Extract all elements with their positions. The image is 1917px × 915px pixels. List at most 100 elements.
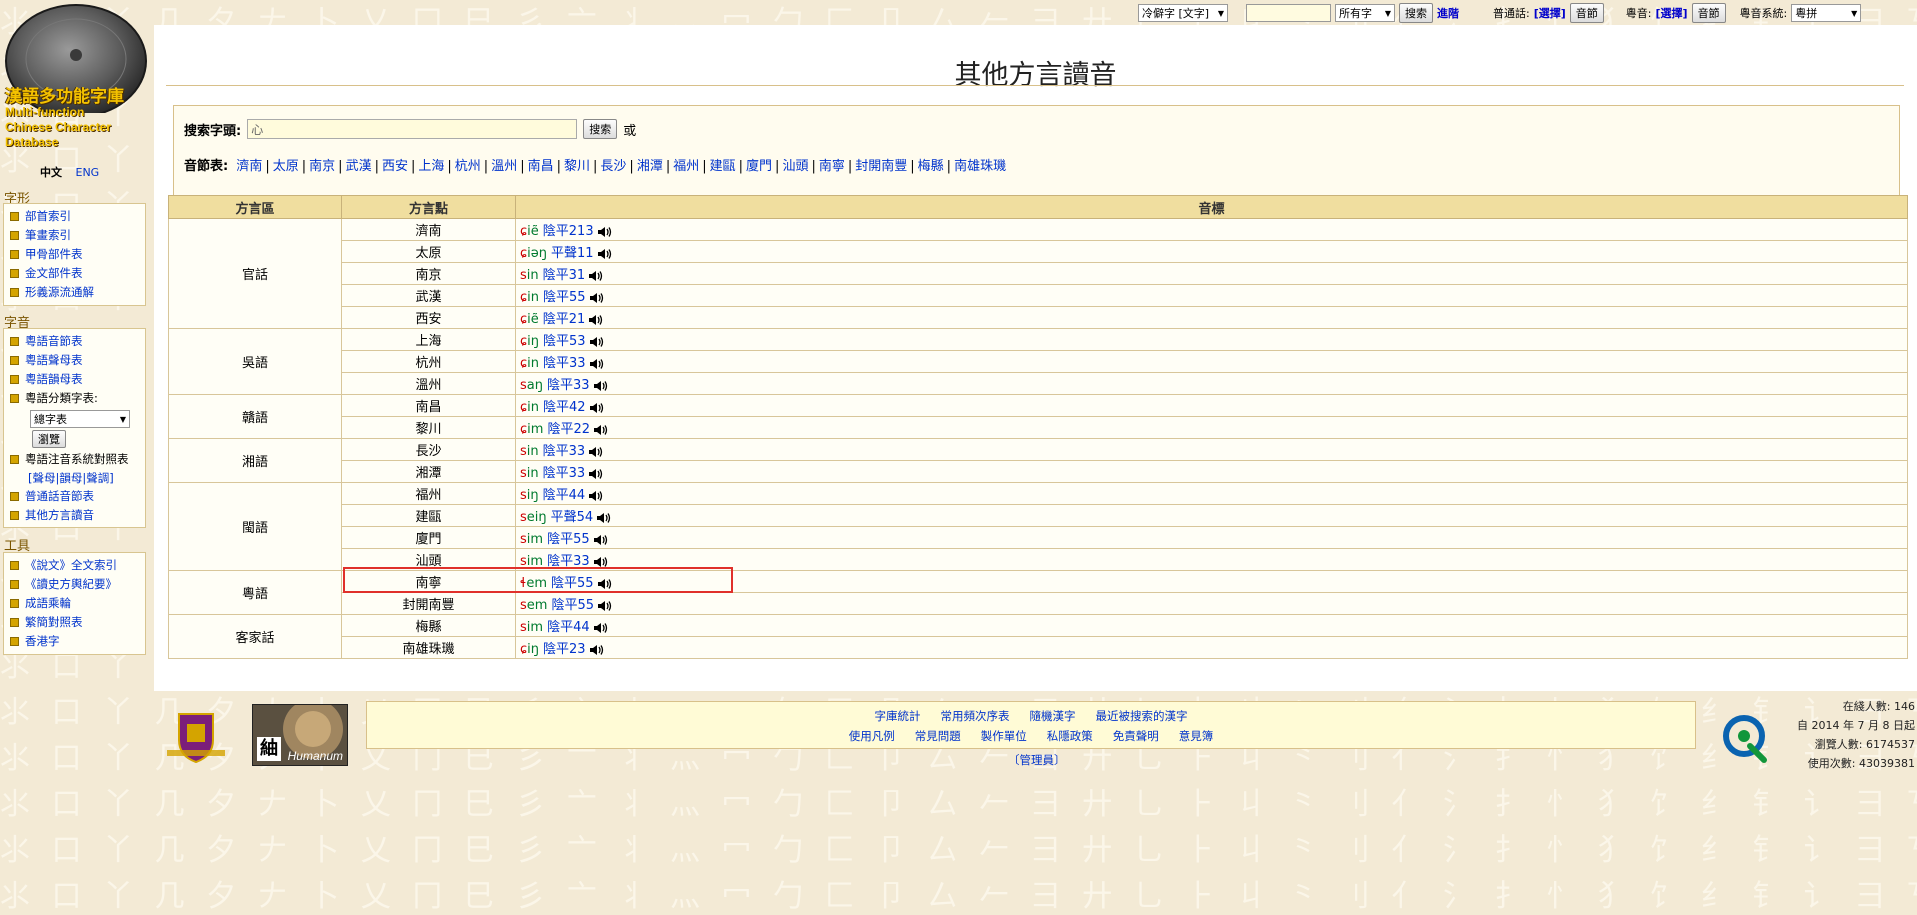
nav-link[interactable]: 粵語聲母表 <box>25 351 83 370</box>
footer-link[interactable]: 意見簿 <box>1179 729 1214 743</box>
speaker-icon[interactable] <box>597 248 613 260</box>
speaker-icon[interactable] <box>589 358 605 370</box>
syllable-link[interactable]: 長沙 <box>600 159 626 174</box>
footer-link[interactable]: 免責聲明 <box>1113 729 1159 743</box>
speaker-icon[interactable] <box>593 424 609 436</box>
cantonese-select-link[interactable]: [選擇] <box>1656 5 1688 21</box>
q-mark-logo[interactable] <box>1722 712 1770 764</box>
headword-search-input[interactable] <box>247 119 578 139</box>
tone-link[interactable]: 平聲11 <box>551 246 594 261</box>
nav-link[interactable]: 《說文》全文索引 <box>25 556 117 575</box>
tone-link[interactable]: 陰平55 <box>543 290 586 305</box>
syllable-link[interactable]: 西安 <box>382 159 408 174</box>
footer-link[interactable]: 常見問題 <box>915 729 961 743</box>
syllable-link[interactable]: 上海 <box>418 159 444 174</box>
syllable-link[interactable]: 黎川 <box>564 159 590 174</box>
mandarin-select-link[interactable]: [選擇] <box>1534 5 1566 21</box>
nav-link[interactable]: 香港字 <box>25 632 60 651</box>
syllable-link[interactable]: 汕頭 <box>782 159 808 174</box>
tone-link[interactable]: 陰平55 <box>547 532 590 547</box>
nav-item[interactable]: 金文部件表 <box>8 264 145 283</box>
nav-item[interactable]: 成語乘輪 <box>8 594 145 613</box>
classify-select[interactable]: 總字表 ▼ <box>30 410 130 428</box>
nav-item[interactable]: 粵語聲母表 <box>8 351 145 370</box>
speaker-icon[interactable] <box>589 336 605 348</box>
footer-link[interactable]: 私隱政策 <box>1047 729 1093 743</box>
tone-link[interactable]: 陰平31 <box>543 268 586 283</box>
admin-link[interactable]: 〔管理員〕 <box>1008 752 1066 768</box>
syllable-link[interactable]: 溫州 <box>491 159 517 174</box>
speaker-icon[interactable] <box>597 226 613 238</box>
nav-link[interactable]: 普通話音節表 <box>25 487 94 506</box>
nav-item[interactable]: 粵語音節表 <box>8 332 145 351</box>
syllable-link[interactable]: 福州 <box>673 159 699 174</box>
syllable-link[interactable]: 建甌 <box>710 159 736 174</box>
nav-link[interactable]: [聲母|韻母|聲調] <box>28 471 114 485</box>
cuhk-crest-logo[interactable] <box>165 710 227 765</box>
nav-link[interactable]: 其他方言讀音 <box>25 506 94 525</box>
mandarin-syllable-button[interactable]: 音節 <box>1569 3 1604 23</box>
tone-link[interactable]: 陰平55 <box>551 576 594 591</box>
footer-link[interactable]: 隨機漢字 <box>1030 709 1076 723</box>
top-search-input[interactable] <box>1246 4 1331 22</box>
syllable-link[interactable]: 封開南豐 <box>855 159 907 174</box>
footer-link[interactable]: 最近被搜索的漢字 <box>1096 709 1188 723</box>
footer-link[interactable]: 使用凡例 <box>849 729 895 743</box>
syllable-link[interactable]: 廈門 <box>746 159 772 174</box>
nav-item[interactable]: 粵語韻母表 <box>8 370 145 389</box>
footer-link[interactable]: 字庫統計 <box>875 709 921 723</box>
nav-item[interactable]: 《讀史方輿紀要》 <box>8 575 145 594</box>
syllable-link[interactable]: 梅縣 <box>918 159 944 174</box>
syllable-link[interactable]: 湘潭 <box>637 159 663 174</box>
syllable-link[interactable]: 南京 <box>309 159 335 174</box>
headword-search-button[interactable]: 搜索 <box>583 119 618 139</box>
humanum-logo[interactable]: 紬 Humanum <box>252 704 348 766</box>
nav-item[interactable]: 甲骨部件表 <box>8 245 145 264</box>
tone-link[interactable]: 陰平33 <box>543 444 586 459</box>
lang-en-link[interactable]: ENG <box>76 166 100 179</box>
advanced-search-link[interactable]: 進階 <box>1437 5 1459 21</box>
speaker-icon[interactable] <box>589 402 605 414</box>
speaker-icon[interactable] <box>593 534 609 546</box>
compare-sub-links[interactable]: [聲母|韻母|聲調] <box>8 469 145 487</box>
speaker-icon[interactable] <box>589 292 605 304</box>
speaker-icon[interactable] <box>593 556 609 568</box>
tone-link[interactable]: 陰平44 <box>547 620 590 635</box>
speaker-icon[interactable] <box>588 270 604 282</box>
nav-link[interactable]: 繁簡對照表 <box>25 613 83 632</box>
top-search-button[interactable]: 搜索 <box>1399 3 1433 23</box>
speaker-icon[interactable] <box>588 468 604 480</box>
speaker-icon[interactable] <box>596 512 612 524</box>
speaker-icon[interactable] <box>593 380 609 392</box>
tone-link[interactable]: 陰平42 <box>543 400 586 415</box>
nav-link[interactable]: 部首索引 <box>25 207 71 226</box>
font-select[interactable]: 冷僻字 [文字] ▼ <box>1138 4 1228 22</box>
nav-item[interactable]: 香港字 <box>8 632 145 651</box>
syllable-link[interactable]: 南昌 <box>528 159 554 174</box>
speaker-icon[interactable] <box>588 446 604 458</box>
tone-link[interactable]: 陰平33 <box>547 378 590 393</box>
syllable-link[interactable]: 濟南 <box>236 159 262 174</box>
nav-link[interactable]: 粵語音節表 <box>25 332 83 351</box>
nav-link[interactable]: 粵語韻母表 <box>25 370 83 389</box>
tone-link[interactable]: 平聲54 <box>551 510 594 525</box>
cantonese-syllable-button[interactable]: 音節 <box>1691 3 1726 23</box>
tone-link[interactable]: 陰平55 <box>551 598 594 613</box>
nav-link[interactable]: 甲骨部件表 <box>25 245 83 264</box>
tone-link[interactable]: 陰平23 <box>543 642 586 657</box>
tone-link[interactable]: 陰平44 <box>543 488 586 503</box>
tone-link[interactable]: 陰平213 <box>543 224 594 239</box>
tone-link[interactable]: 陰平33 <box>543 466 586 481</box>
nav-link[interactable]: 筆畫索引 <box>25 226 71 245</box>
nav-item[interactable]: 粵語注音系統對照表 <box>8 450 145 469</box>
nav-link[interactable]: 形義源流通解 <box>25 283 94 302</box>
nav-item[interactable]: 繁簡對照表 <box>8 613 145 632</box>
syllable-link[interactable]: 太原 <box>273 159 299 174</box>
speaker-icon[interactable] <box>589 644 605 656</box>
speaker-icon[interactable] <box>597 600 613 612</box>
system-select[interactable]: 粵拼 ▼ <box>1791 4 1862 22</box>
syllable-link[interactable]: 南寧 <box>819 159 845 174</box>
syllable-link[interactable]: 南雄珠璣 <box>954 159 1006 174</box>
footer-link[interactable]: 常用頻次序表 <box>941 709 1010 723</box>
scope-select[interactable]: 所有字 ▼ <box>1335 4 1395 22</box>
